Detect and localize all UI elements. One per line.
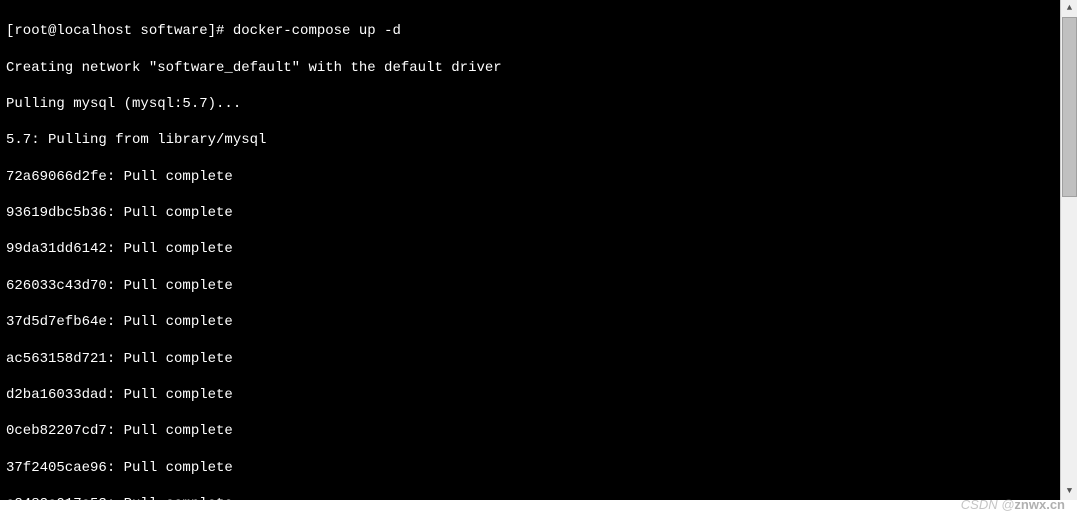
command-text: docker-compose up -d: [233, 23, 401, 39]
terminal-line: 0ceb82207cd7: Pull complete: [6, 422, 1054, 440]
terminal-line: 99da31dd6142: Pull complete: [6, 240, 1054, 258]
terminal-line: Creating network "software_default" with…: [6, 59, 1054, 77]
terminal-line: 5.7: Pulling from library/mysql: [6, 131, 1054, 149]
terminal-line: 37d5d7efb64e: Pull complete: [6, 313, 1054, 331]
terminal-line: Pulling mysql (mysql:5.7)...: [6, 95, 1054, 113]
scroll-up-button[interactable]: ▲: [1061, 0, 1077, 17]
scroll-down-button[interactable]: ▼: [1061, 483, 1077, 500]
terminal-line: ac563158d721: Pull complete: [6, 350, 1054, 368]
terminal-window[interactable]: [root@localhost software]# docker-compos…: [0, 0, 1060, 500]
vertical-scrollbar[interactable]: ▲ ▼: [1060, 0, 1077, 500]
terminal-line: 93619dbc5b36: Pull complete: [6, 204, 1054, 222]
terminal-line: e2482e017e53: Pull complete: [6, 495, 1054, 500]
terminal-line: [root@localhost software]# docker-compos…: [6, 22, 1054, 40]
terminal-line: d2ba16033dad: Pull complete: [6, 386, 1054, 404]
scroll-thumb[interactable]: [1062, 17, 1077, 197]
terminal-line: 72a69066d2fe: Pull complete: [6, 168, 1054, 186]
terminal-line: 626033c43d70: Pull complete: [6, 277, 1054, 295]
shell-prompt: [root@localhost software]#: [6, 23, 233, 39]
terminal-line: 37f2405cae96: Pull complete: [6, 459, 1054, 477]
